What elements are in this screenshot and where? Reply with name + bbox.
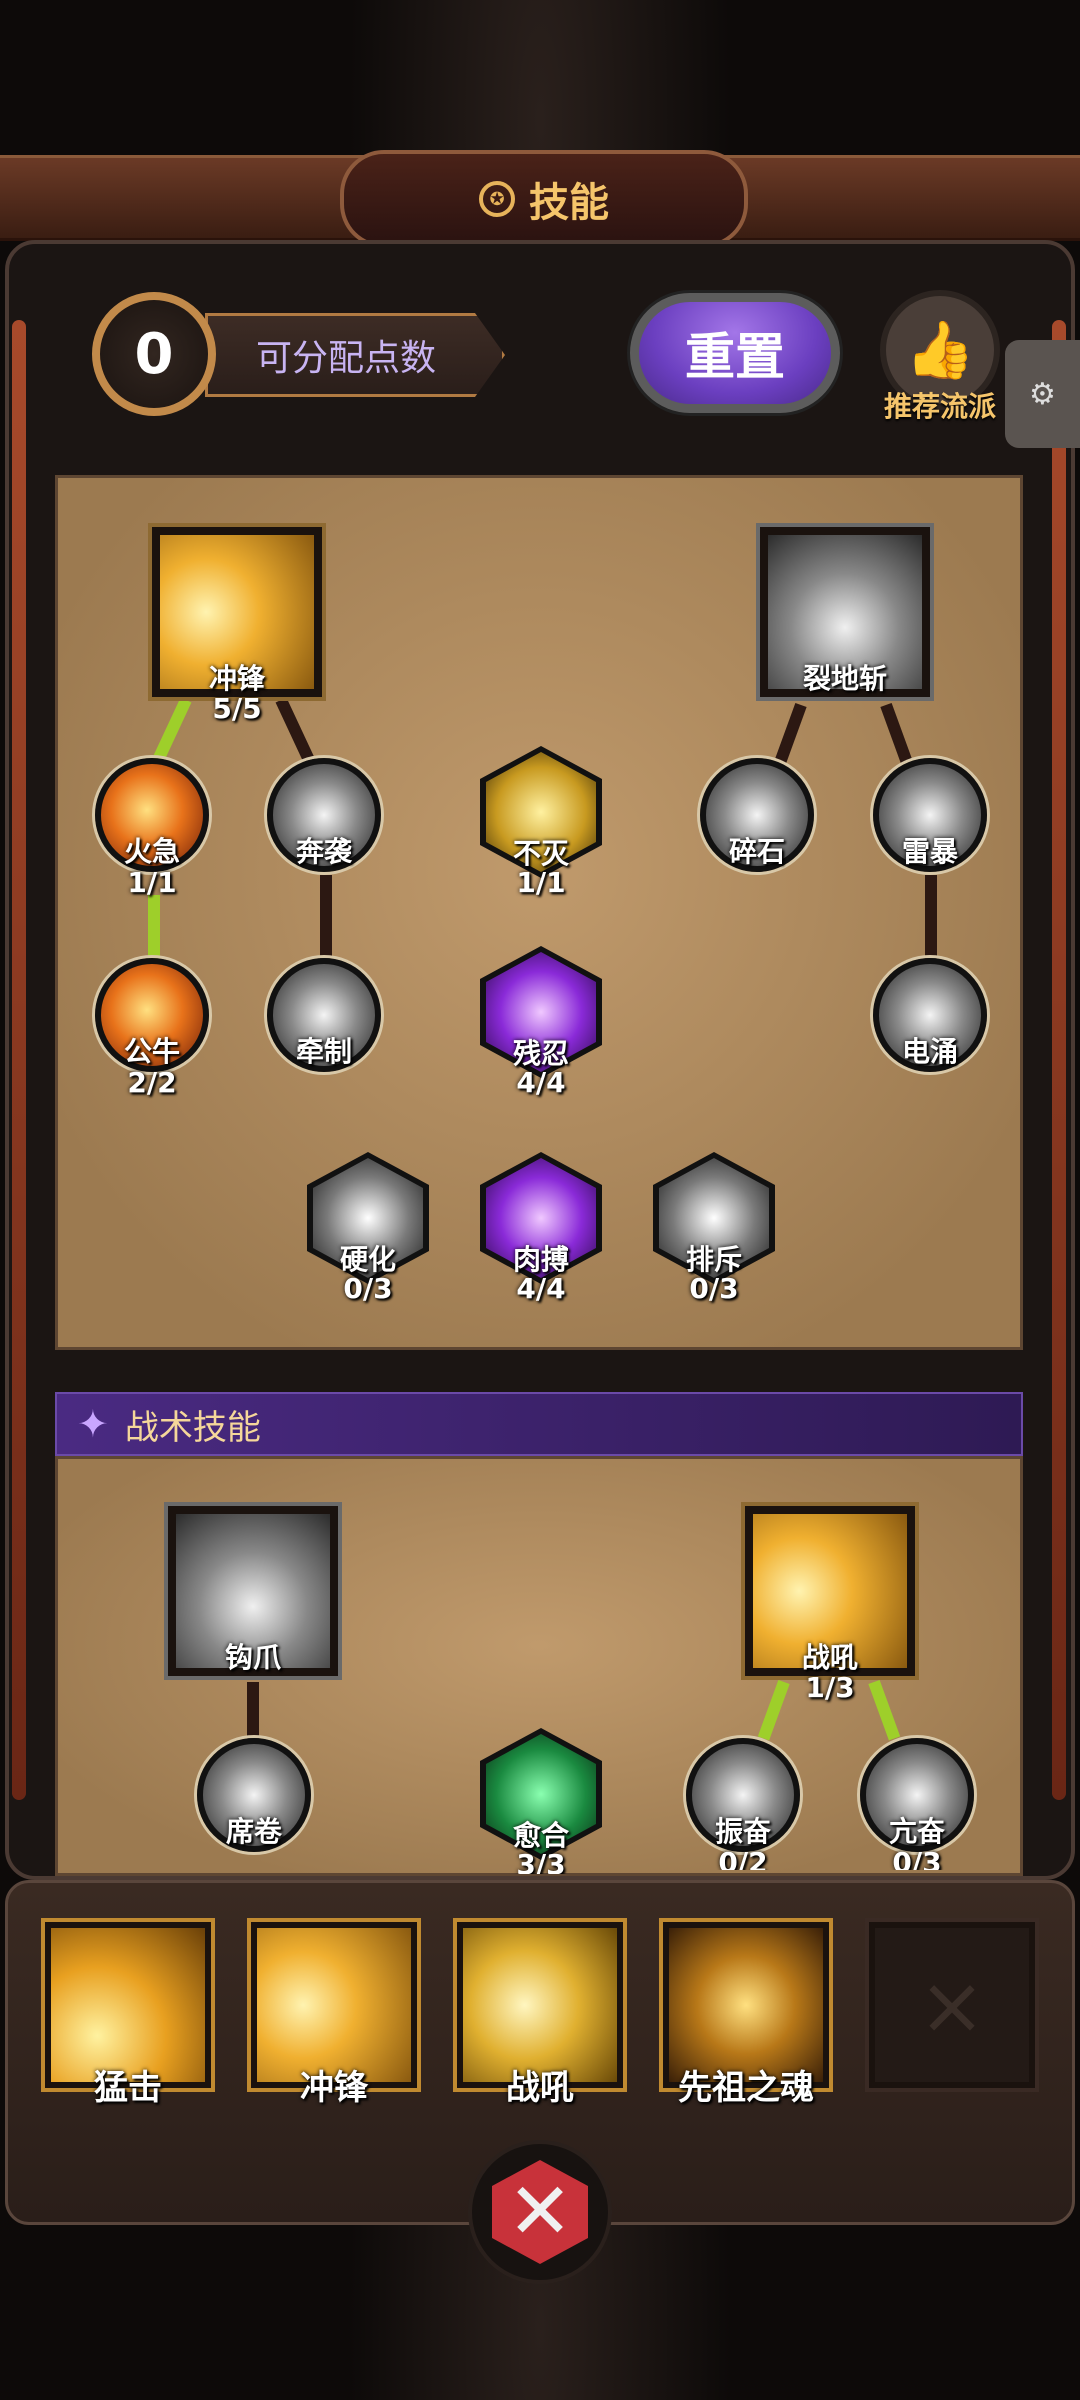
- close-icon: ✕: [492, 2160, 588, 2264]
- section-title: 战术技能: [124, 1407, 261, 1448]
- skill-level: 1/3: [805, 1671, 855, 1704]
- skill-name: 裂地斩: [802, 662, 887, 695]
- skill-level: 0/3: [892, 1846, 942, 1870]
- skill-name: 奔袭: [295, 835, 352, 868]
- link-line: [320, 875, 332, 965]
- slot-label: 猛击: [94, 2068, 162, 2108]
- skill-name: 公牛: [123, 1035, 180, 1068]
- skill-name: 碎石: [728, 835, 785, 868]
- skill-name: 钩爪: [224, 1641, 281, 1674]
- close-button[interactable]: ✕: [468, 2140, 612, 2284]
- skill-name: 电涌: [901, 1035, 958, 1068]
- skill-level: 4/4: [516, 1066, 566, 1099]
- left-rail: [12, 320, 26, 1800]
- skill-level: 1/1: [127, 866, 177, 899]
- skill-level: 0/3: [689, 1272, 739, 1305]
- link-line: [247, 1682, 259, 1740]
- skill-level: 1/1: [516, 866, 566, 899]
- pentagram-icon: ✪: [479, 181, 515, 217]
- skill-level: 3/3: [516, 1848, 566, 1874]
- slot-label: 战吼: [506, 2068, 574, 2108]
- skill-name: 冲锋: [208, 662, 265, 695]
- recommend-label: 推荐流派: [883, 390, 996, 423]
- right-rail: [1052, 320, 1066, 1800]
- skill-level: 5/5: [212, 692, 262, 725]
- skill-level: 2/2: [127, 1066, 177, 1099]
- points-label: 可分配点数: [205, 313, 505, 397]
- recommend-build-button[interactable]: 👍 推荐流派: [870, 290, 1010, 430]
- reset-button[interactable]: 重置: [630, 293, 840, 413]
- skill-level: 4/4: [516, 1272, 566, 1305]
- skill-name: 亢奋: [888, 1815, 945, 1848]
- skill-level: 0/2: [718, 1846, 768, 1870]
- skill-name: 席卷: [225, 1815, 282, 1848]
- skill-name: 战吼: [801, 1641, 858, 1674]
- link-line: [925, 875, 937, 965]
- points-counter: 0: [92, 292, 216, 416]
- side-tab-handle[interactable]: ⚙: [1005, 340, 1080, 448]
- slot-label: 先祖之魂: [678, 2068, 814, 2108]
- skill-name: 火急: [123, 835, 180, 868]
- page-title: 技能: [529, 180, 609, 226]
- skill-level: 0/3: [343, 1272, 393, 1305]
- skill-name: 牵制: [295, 1035, 352, 1068]
- slot-label: 冲锋: [300, 2068, 368, 2108]
- equipped-slot-empty[interactable]: [865, 1918, 1039, 2092]
- tactical-skills-header: ✦ 战术技能: [55, 1392, 1023, 1456]
- skill-name: 振奋: [714, 1815, 771, 1848]
- title-plaque: ✪ 技能: [340, 150, 748, 248]
- skill-name: 雷暴: [901, 835, 958, 868]
- star-icon: ✦: [77, 1402, 109, 1446]
